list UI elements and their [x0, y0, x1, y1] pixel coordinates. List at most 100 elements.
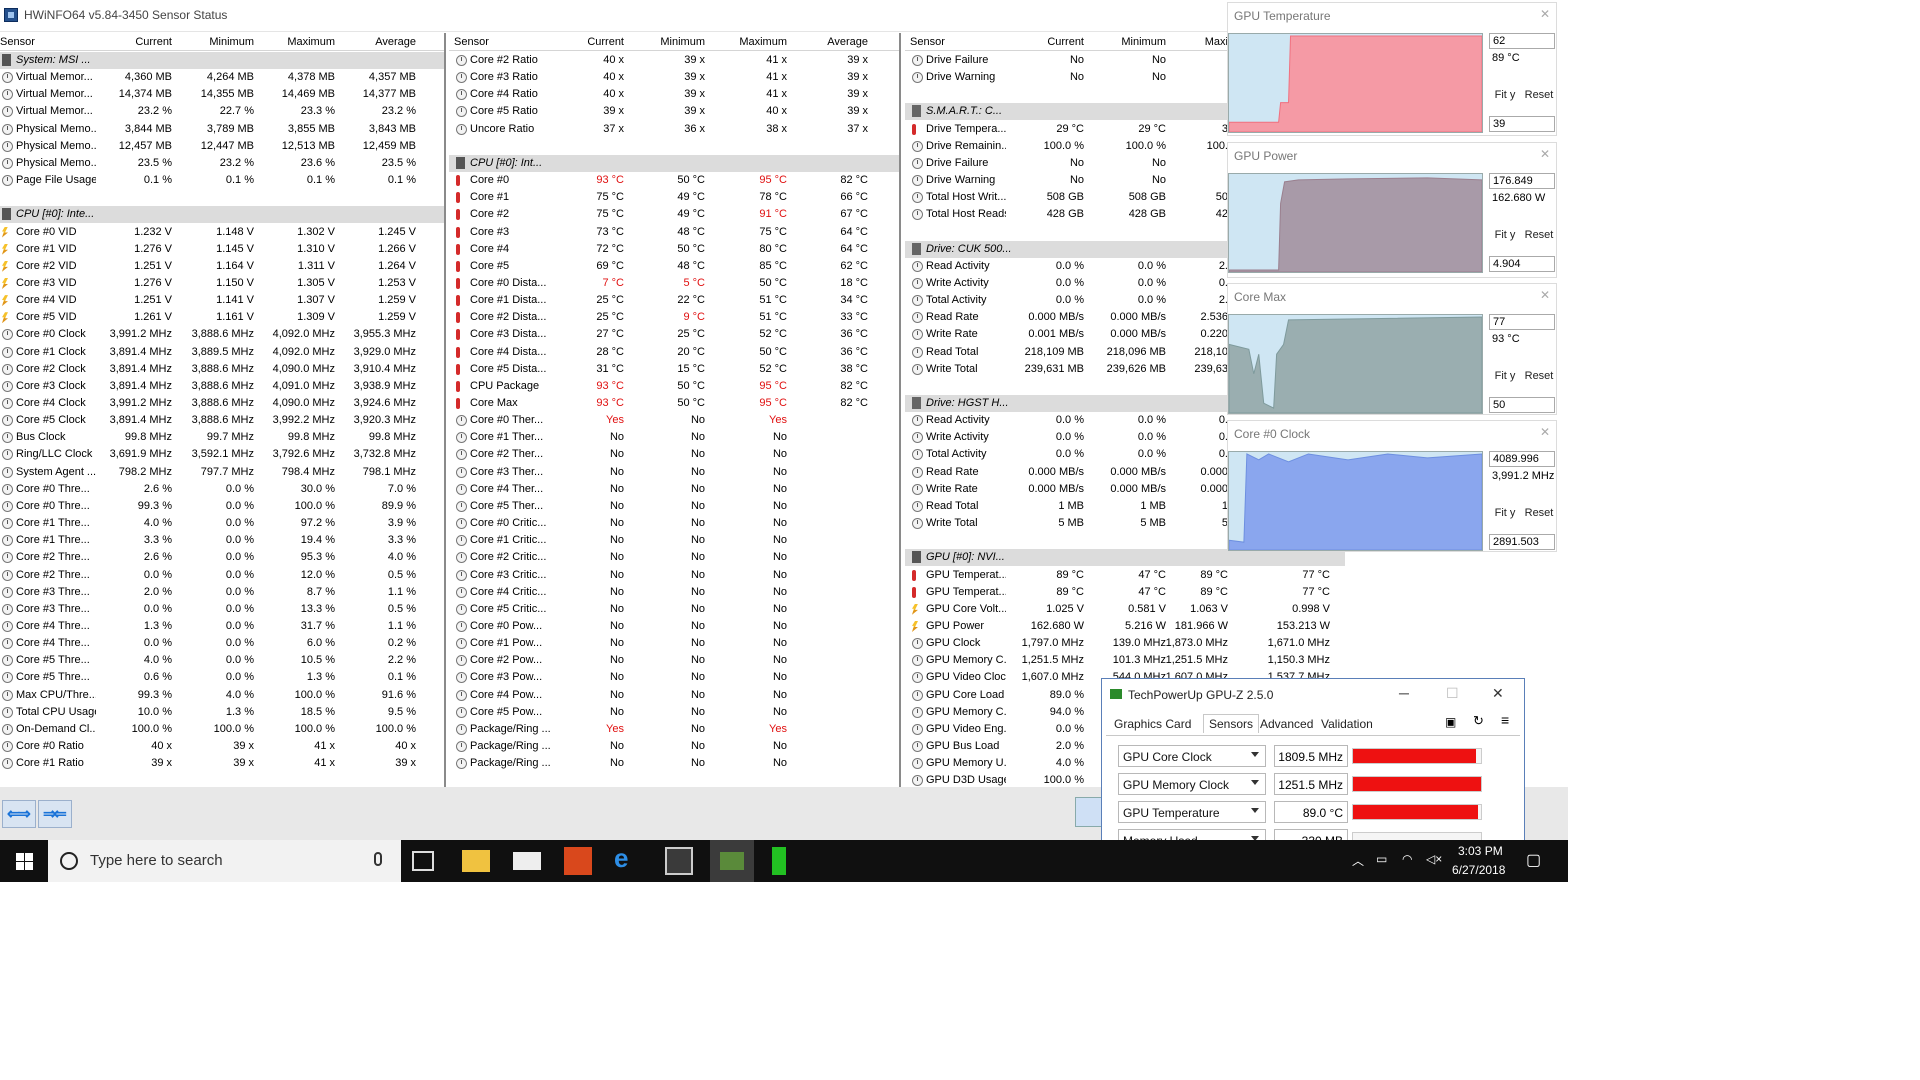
chevron-down-icon[interactable]	[1251, 808, 1259, 813]
sensor-row[interactable]: Core #0 Ratio 40 x 39 x 41 x 40 x	[0, 738, 444, 755]
sensor-row[interactable]: Core #0 Critic... No No No	[449, 515, 899, 532]
sensor-row[interactable]: Core #1 Critic... No No No	[449, 532, 899, 549]
chevron-down-icon[interactable]	[1251, 752, 1259, 757]
sensor-row[interactable]: Core #4 Critic... No No No	[449, 584, 899, 601]
collapse-arrows-button[interactable]: ⇒⇐	[38, 800, 72, 828]
header-minimum[interactable]: Minimum	[209, 36, 254, 48]
sensor-row[interactable]: Core #2 Ther... No No No	[449, 446, 899, 463]
header-maximum[interactable]: Maximum	[287, 36, 335, 48]
windows-start-icon[interactable]	[16, 853, 33, 870]
sensor-row[interactable]: Core #0 Dista... 7 °C 5 °C 50 °C 18 °C	[449, 275, 899, 292]
sensor-row[interactable]: Core #4 Pow... No No No	[449, 687, 899, 704]
sensor-row[interactable]: Virtual Memor... 14,374 MB 14,355 MB 14,469…	[0, 86, 444, 103]
sensor-row[interactable]: Core #1 Clock 3,891.4 MHz 3,889.5 MHz 4,092…	[0, 344, 444, 361]
wifi-icon[interactable]: ◠	[1402, 852, 1412, 866]
sensor-row[interactable]: Core #2 Thre... 0.0 % 0.0 % 12.0 % 0.5 %	[0, 567, 444, 584]
sensor-group-header[interactable]: CPU [#0]: Int...	[449, 154, 899, 172]
mail-icon[interactable]	[513, 852, 541, 870]
hwinfo-taskbar-icon[interactable]	[665, 847, 693, 875]
sensor-select[interactable]: GPU Core Clock	[1118, 745, 1266, 767]
sensor-graph-window[interactable]: GPU Temperature ✕ 62 89 °C Fit y Reset 39	[1227, 2, 1557, 136]
sensor-row[interactable]: Core #4 Clock 3,991.2 MHz 3,888.6 MHz 4,090…	[0, 395, 444, 412]
menu-icon[interactable]: ≡	[1501, 712, 1509, 728]
sensor-row[interactable]: Bus Clock 99.8 MHz 99.7 MHz 99.8 MHz 99.8 MH…	[0, 429, 444, 446]
sensor-row[interactable]: Max CPU/Thre... 99.3 % 4.0 % 100.0 % 91.6 %	[0, 687, 444, 704]
game-app-icon[interactable]	[564, 847, 592, 875]
sensor-row[interactable]: Virtual Memor... 23.2 % 22.7 % 23.3 % 23.2 %	[0, 103, 444, 120]
expand-arrows-button[interactable]: ⇐⇒	[2, 800, 36, 828]
sensor-row[interactable]: Core #4 Ther... No No No	[449, 481, 899, 498]
tab-advanced[interactable]: Advanced	[1260, 717, 1313, 731]
sensor-row[interactable]: Core #3 Pow... No No No	[449, 669, 899, 686]
header-maxi[interactable]: Maxi	[1205, 36, 1228, 48]
sensor-row[interactable]: Core #5 Thre... 4.0 % 0.0 % 10.5 % 2.2 %	[0, 652, 444, 669]
sensor-row[interactable]: Core #5 Clock 3,891.4 MHz 3,888.6 MHz 3,992…	[0, 412, 444, 429]
camera-icon[interactable]: ▣	[1445, 715, 1456, 729]
sensor-row[interactable]: Core #1 VID 1.276 V 1.145 V 1.310 V 1.266 V	[0, 241, 444, 258]
reset-button[interactable]: Reset	[1522, 225, 1556, 245]
task-view-icon[interactable]	[412, 851, 434, 871]
sensor-row[interactable]: GPU Temperat... 89 °C 47 °C 89 °C 77 °C	[905, 567, 1345, 584]
sensor-row[interactable]: Core #1 Ther... No No No	[449, 429, 899, 446]
header-minimum[interactable]: Minimum	[660, 36, 705, 48]
sensor-row[interactable]: CPU Package 93 °C 50 °C 95 °C 82 °C	[449, 378, 899, 395]
sensor-row[interactable]: Core #4 Thre... 0.0 % 0.0 % 6.0 % 0.2 %	[0, 635, 444, 652]
sensor-row[interactable]: Virtual Memor... 4,360 MB 4,264 MB 4,378 MB…	[0, 69, 444, 86]
sensor-graph-window[interactable]: GPU Power ✕ 176.849 162.680 W Fit y Reset 4.90…	[1227, 142, 1557, 278]
header-sensor[interactable]: Sensor	[454, 36, 489, 48]
tray-chevron-icon[interactable]: ︿	[1352, 852, 1364, 869]
file-explorer-icon[interactable]	[462, 850, 490, 872]
sensor-row[interactable]: Package/Ring ... No No No	[449, 738, 899, 755]
header-average[interactable]: Average	[375, 36, 416, 48]
sensor-row[interactable]: Core #0 VID 1.232 V 1.148 V 1.302 V 1.245 V	[0, 224, 444, 241]
tab-graphics-card[interactable]: Graphics Card	[1114, 717, 1191, 731]
fit-y-button[interactable]: Fit y	[1490, 225, 1520, 245]
reset-button[interactable]: Reset	[1522, 503, 1556, 523]
sensor-row[interactable]: Core #5 Critic... No No No	[449, 601, 899, 618]
edge-browser-icon[interactable]: e	[614, 843, 642, 873]
sensor-row[interactable]: Core #3 Critic... No No No	[449, 567, 899, 584]
battery-icon[interactable]: ▭	[1376, 852, 1387, 866]
header-maximum[interactable]: Maximum	[739, 36, 787, 48]
maximize-icon[interactable]: ☐	[1446, 685, 1459, 702]
sensor-row[interactable]: Core #1 Ratio 39 x 39 x 41 x 39 x	[0, 755, 444, 772]
sensor-row[interactable]: Core #3 73 °C 48 °C 75 °C 64 °C	[449, 224, 899, 241]
sensor-row[interactable]: Core #4 Ratio 40 x 39 x 41 x 39 x	[449, 86, 899, 103]
close-icon[interactable]: ✕	[1540, 7, 1550, 21]
tab-sensors[interactable]: Sensors	[1203, 714, 1260, 733]
sensor-row[interactable]: GPU Temperat... 89 °C 47 °C 89 °C 77 °C	[905, 584, 1345, 601]
sensor-row[interactable]: Package/Ring ... No No No	[449, 755, 899, 772]
tab-validation[interactable]: Validation	[1321, 717, 1373, 731]
sensor-group-header[interactable]: System: MSI ...	[0, 52, 444, 69]
gpuz-sensor-row[interactable]: GPU Core Clock 1809.5 MHz	[1118, 745, 1484, 767]
sensor-row[interactable]: Core #3 Thre... 0.0 % 0.0 % 13.3 % 0.5 %	[0, 601, 444, 618]
sensor-row[interactable]: Core #2 VID 1.251 V 1.164 V 1.311 V 1.264 V	[0, 258, 444, 275]
gpuz-sensor-row[interactable]: GPU Memory Clock 1251.5 MHz	[1118, 773, 1484, 795]
sensor-row[interactable]: Core #0 Ther... Yes No Yes	[449, 412, 899, 429]
sensor-graph-window[interactable]: Core Max ✕ 77 93 °C Fit y Reset 50	[1227, 283, 1557, 415]
sensor-row[interactable]: Core #5 Pow... No No No	[449, 704, 899, 721]
sensor-row[interactable]: Core #2 75 °C 49 °C 91 °C 67 °C	[449, 206, 899, 223]
sensor-row[interactable]: GPU Memory C... 1,251.5 MHz 101.3 MHz 1,251…	[905, 652, 1345, 669]
sensor-row[interactable]: Core #5 Ther... No No No	[449, 498, 899, 515]
sensor-select[interactable]: GPU Temperature	[1118, 801, 1266, 823]
reset-button[interactable]: Reset	[1522, 366, 1556, 386]
sensor-row[interactable]: Ring/LLC Clock 3,691.9 MHz 3,592.1 MHz 3,79…	[0, 446, 444, 463]
gpuz-sensor-row[interactable]: GPU Temperature 89.0 °C	[1118, 801, 1484, 823]
sensor-row[interactable]: System Agent ... 798.2 MHz 797.7 MHz 798.4 …	[0, 464, 444, 481]
notification-icon[interactable]: ▢	[1526, 850, 1541, 870]
sensor-row[interactable]: Core #5 69 °C 48 °C 85 °C 62 °C	[449, 258, 899, 275]
sensor-row[interactable]: Core #0 93 °C 50 °C 95 °C 82 °C	[449, 172, 899, 189]
sensor-row[interactable]: Core #0 Pow... No No No	[449, 618, 899, 635]
header-sensor[interactable]: Sensor	[0, 36, 35, 48]
sensor-row[interactable]: Core #2 Dista... 25 °C 9 °C 51 °C 33 °C	[449, 309, 899, 326]
sensor-row[interactable]: Core #5 Thre... 0.6 % 0.0 % 1.3 % 0.1 %	[0, 669, 444, 686]
green-app-icon[interactable]	[772, 847, 786, 875]
sensor-row[interactable]: Core #1 Thre... 3.3 % 0.0 % 19.4 % 3.3 %	[0, 532, 444, 549]
sensor-row[interactable]: Core #1 Thre... 4.0 % 0.0 % 97.2 % 3.9 %	[0, 515, 444, 532]
microphone-icon[interactable]	[374, 852, 382, 866]
sensor-row[interactable]: Core #3 Thre... 2.0 % 0.0 % 8.7 % 1.1 %	[0, 584, 444, 601]
sensor-row[interactable]: Core #3 VID 1.276 V 1.150 V 1.305 V 1.253 V	[0, 275, 444, 292]
sensor-row[interactable]: Core #2 Thre... 2.6 % 0.0 % 95.3 % 4.0 %	[0, 549, 444, 566]
close-icon[interactable]: ✕	[1492, 685, 1504, 702]
